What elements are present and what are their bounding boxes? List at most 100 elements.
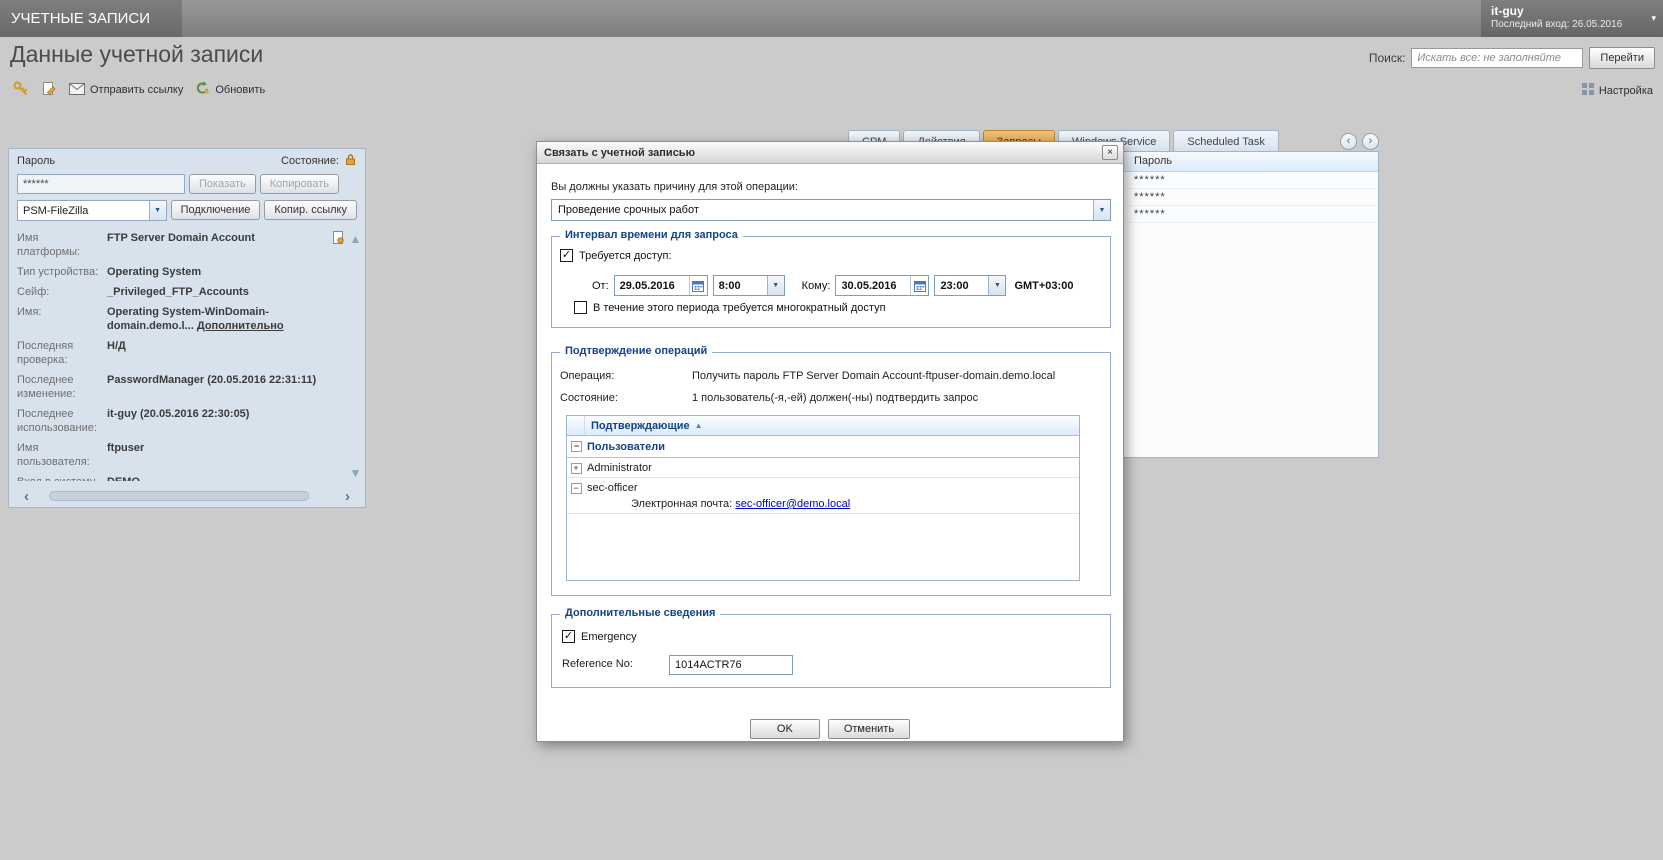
- scroll-up-icon[interactable]: ▲: [348, 233, 363, 245]
- search-input[interactable]: [1411, 48, 1584, 68]
- to-time-select[interactable]: 23:00 ▼: [934, 275, 1007, 296]
- from-date-value: 29.05.2016: [619, 279, 675, 292]
- property-label: Последнее изменение:: [17, 374, 76, 400]
- access-required-row: ✓ Требуется доступ:: [560, 249, 672, 262]
- dropdown-arrow-icon[interactable]: ▼: [766, 276, 784, 295]
- refresh-button[interactable]: Обновить: [195, 81, 265, 99]
- platform-details-icon[interactable]: [332, 231, 345, 247]
- calendar-icon[interactable]: [688, 276, 707, 295]
- password-key-button[interactable]: [12, 80, 29, 100]
- check-icon: ✓: [561, 249, 572, 261]
- state-label: Состояние:: [281, 155, 339, 167]
- property-value: Н/Д: [107, 340, 126, 352]
- tab-scroll-left-icon[interactable]: ‹: [1340, 133, 1357, 150]
- chevron-down-icon[interactable]: ▾: [1651, 13, 1656, 24]
- top-bar: УЧЕТНЫЕ ЗАПИСИ it-guy Последний вход: 26…: [0, 0, 1663, 37]
- approver-email-row: Электронная почта: sec-officer@demo.loca…: [587, 498, 1073, 510]
- dialog-buttons: OK Отменить: [537, 719, 1123, 739]
- from-date-field[interactable]: 29.05.2016: [613, 275, 708, 296]
- collapse-icon[interactable]: −: [571, 441, 582, 452]
- user-menu[interactable]: it-guy Последний вход: 26.05.2016 ▾: [1481, 0, 1663, 37]
- search-label: Поиск:: [1368, 51, 1406, 65]
- reason-select[interactable]: Проведение срочных работ ▼: [551, 199, 1111, 221]
- property-value: PasswordManager (20.05.2016 22:31:11): [107, 374, 317, 386]
- additional-info-title: Дополнительные сведения: [560, 607, 721, 619]
- property-label: Последняя проверка:: [17, 340, 74, 366]
- approver-row[interactable]: − sec-officer Электронная почта: sec-off…: [567, 478, 1079, 514]
- scroll-down-icon[interactable]: ▼: [348, 467, 363, 479]
- property-value: Operating System-WinDomain-domain.demo.l…: [107, 305, 345, 333]
- status-value: 1 пользователь(-я,-ей) должен(-ны) подтв…: [692, 392, 979, 404]
- multiple-access-checkbox[interactable]: [574, 301, 587, 314]
- confirmation-title: Подтверждение операций: [560, 345, 713, 357]
- link-account-dialog: Связать с учетной записью × Вы должны ук…: [536, 141, 1124, 742]
- horizontal-scrollbar[interactable]: ‹ ›: [10, 486, 364, 506]
- key-icon: [12, 80, 29, 100]
- expand-icon[interactable]: +: [570, 463, 582, 474]
- scrollbar-thumb[interactable]: [49, 491, 309, 501]
- dropdown-arrow-icon[interactable]: ▼: [148, 201, 166, 220]
- app-title: УЧЕТНЫЕ ЗАПИСИ: [0, 0, 182, 37]
- property-value: DEMO: [107, 475, 140, 481]
- go-button[interactable]: Перейти: [1589, 47, 1655, 69]
- approver-email-link[interactable]: sec-officer@demo.local: [735, 498, 850, 510]
- more-link[interactable]: Дополнительно: [197, 320, 284, 332]
- property-row: Имя платформы: FTP Server Domain Account: [17, 231, 345, 259]
- emergency-checkbox[interactable]: ✓: [562, 630, 575, 643]
- property-value: Operating System: [107, 266, 202, 278]
- dialog-title-bar[interactable]: Связать с учетной записью ×: [537, 142, 1123, 164]
- tab-scroll-arrows: ‹ ›: [1340, 133, 1379, 150]
- ok-button[interactable]: OK: [749, 719, 820, 739]
- approver-name: sec-officer: [587, 482, 638, 494]
- confirmation-group: Подтверждение операций Операция: Получит…: [551, 345, 1111, 596]
- calendar-icon[interactable]: [910, 276, 929, 295]
- collapse-icon[interactable]: −: [570, 483, 582, 494]
- property-label: Последнее использование:: [17, 408, 97, 434]
- page-title: Данные учетной записи: [10, 41, 264, 67]
- approvers-grid-header[interactable]: Подтверждающие ▲: [567, 416, 1079, 436]
- edit-account-button[interactable]: [41, 81, 57, 100]
- tab-scheduled-task[interactable]: Scheduled Task: [1173, 130, 1279, 152]
- accounts-page: УЧЕТНЫЕ ЗАПИСИ it-guy Последний вход: 26…: [0, 0, 1663, 860]
- refresh-icon: [195, 81, 210, 99]
- property-value: _Privileged_FTP_Accounts: [107, 286, 249, 298]
- tab-scroll-right-icon[interactable]: ›: [1362, 133, 1379, 150]
- to-time-value: 23:00: [940, 279, 969, 292]
- scroll-right-icon[interactable]: ›: [345, 489, 350, 504]
- show-password-button[interactable]: Показать: [189, 174, 256, 194]
- search-area: Поиск: Перейти: [1369, 47, 1655, 69]
- property-row: Имя пользователя: ftpuser: [17, 441, 345, 469]
- copy-password-button[interactable]: Копировать: [259, 174, 339, 194]
- property-label: Вход в систему: [17, 475, 103, 481]
- to-label: Кому:: [801, 279, 831, 292]
- connection-select[interactable]: PSM-FileZilla ▼: [17, 200, 167, 221]
- close-icon[interactable]: ×: [1102, 145, 1118, 160]
- cancel-button[interactable]: Отменить: [827, 719, 911, 739]
- access-required-checkbox[interactable]: ✓: [560, 249, 573, 262]
- copy-link-button[interactable]: Копир. ссылку: [264, 200, 357, 220]
- send-link-button[interactable]: Отправить ссылку: [69, 82, 183, 98]
- to-date-field[interactable]: 30.05.2016: [835, 275, 930, 296]
- connect-button[interactable]: Подключение: [170, 200, 261, 220]
- property-row: Последнее использование: it-guy (20.05.2…: [17, 407, 345, 435]
- additional-info-group: Дополнительные сведения ✓ Emergency Refe…: [551, 607, 1111, 688]
- account-properties: Имя платформы: FTP Server Domain Account…: [17, 231, 345, 481]
- property-label: Имя:: [17, 306, 42, 318]
- scrollbar-track[interactable]: [37, 491, 337, 501]
- vertical-scrollbar[interactable]: ▲ ▼: [348, 231, 363, 481]
- status-label: Состояние:: [560, 392, 618, 404]
- emergency-row: ✓ Emergency: [562, 630, 637, 643]
- password-field[interactable]: [17, 174, 185, 194]
- approver-row[interactable]: + Administrator: [567, 458, 1079, 478]
- dropdown-arrow-icon[interactable]: ▼: [1093, 200, 1110, 220]
- users-group-row[interactable]: − Пользователи: [567, 436, 1079, 458]
- confirmers-column-header[interactable]: Подтверждающие ▲: [585, 416, 1079, 435]
- property-row: Вход в систему DEMO: [17, 475, 345, 481]
- dropdown-arrow-icon[interactable]: ▼: [988, 276, 1006, 295]
- property-label: Тип устройства:: [17, 266, 99, 278]
- scroll-left-icon[interactable]: ‹: [24, 489, 29, 504]
- from-time-select[interactable]: 8:00 ▼: [712, 275, 785, 296]
- reference-input[interactable]: [669, 655, 793, 675]
- operation-label: Операция:: [560, 370, 615, 382]
- settings-button[interactable]: Настройка: [1581, 83, 1653, 98]
